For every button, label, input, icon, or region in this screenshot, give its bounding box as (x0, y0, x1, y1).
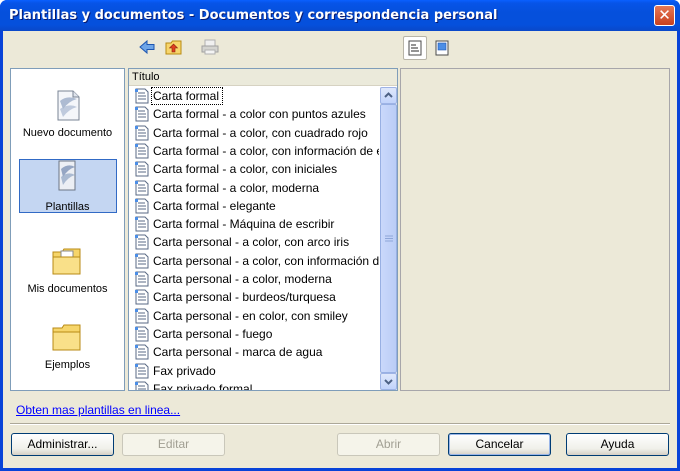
online-templates-link[interactable]: Obten mas plantillas en linea... (16, 403, 180, 417)
grip-icon (385, 235, 393, 242)
title-bar[interactable]: Plantillas y documentos - Documentos y c… (0, 0, 680, 31)
preview-pane (400, 68, 670, 391)
list-item[interactable]: Carta personal - fuego (132, 325, 379, 343)
back-arrow-icon[interactable] (137, 38, 157, 56)
category-panel: Nuevo documento Plantillas Mis documento… (10, 68, 125, 391)
category-label: Nuevo documento (22, 127, 113, 139)
list-body: Carta formal Carta formal - a color con p… (129, 87, 379, 390)
list-item[interactable]: Carta formal - Máquina de escribir (132, 215, 379, 233)
column-header-title[interactable]: Título (129, 69, 397, 86)
template-document-icon (135, 253, 149, 269)
template-document-icon (135, 106, 149, 122)
list-item-label: Carta personal - a color, con informació… (153, 253, 379, 268)
template-list[interactable]: Título Carta formal Carta formal - a colo… (128, 68, 398, 391)
new-document-icon (57, 90, 80, 121)
template-document-icon (135, 198, 149, 214)
chevron-down-icon (384, 379, 393, 385)
list-item-label: Carta formal - a color, con cuadrado roj… (153, 125, 368, 140)
cancel-button[interactable]: Cancelar (448, 433, 551, 456)
list-item-label: Carta formal - a color, con iniciales (153, 162, 338, 177)
template-document-icon (135, 344, 149, 360)
template-document-icon (135, 161, 149, 177)
list-item-label: Carta formal (150, 87, 224, 105)
list-item-label: Carta formal - a color, con información … (153, 143, 379, 158)
list-item-label: Carta personal - en color, con smiley (153, 308, 348, 323)
list-item[interactable]: Carta personal - burdeos/turquesa (132, 288, 379, 306)
template-document-icon (135, 363, 149, 378)
list-item-label: Carta personal - a color, con arco iris (153, 235, 350, 250)
list-item-label: Carta personal - a color, moderna (153, 272, 332, 286)
list-item[interactable]: Carta formal - a color con puntos azules (132, 105, 379, 123)
window-title: Plantillas y documentos - Documentos y c… (9, 8, 498, 23)
help-button[interactable]: Ayuda (566, 433, 669, 456)
list-item[interactable]: Carta formal - elegante (132, 197, 379, 215)
scroll-thumb[interactable] (380, 104, 397, 373)
template-document-icon (135, 125, 149, 141)
scroll-up-button[interactable] (380, 87, 397, 104)
category-templates[interactable]: Plantillas (11, 159, 124, 231)
list-item[interactable]: Fax privado formal (132, 380, 379, 390)
list-item[interactable]: Carta personal - en color, con smiley (132, 307, 379, 325)
scroll-down-button[interactable] (380, 373, 397, 390)
folder-up-icon[interactable] (164, 38, 184, 56)
list-item-label: Carta formal - elegante (153, 198, 276, 213)
list-item[interactable]: Carta formal - a color, con información … (132, 142, 379, 160)
template-document-icon (135, 308, 149, 324)
list-item[interactable]: Carta personal - marca de agua (132, 343, 379, 361)
category-my-documents[interactable]: Mis documentos (11, 237, 124, 309)
category-label: Mis documentos (27, 283, 108, 295)
template-document-icon (135, 143, 149, 159)
open-button[interactable]: Abrir (337, 433, 440, 456)
list-item[interactable]: Carta personal - a color, con informació… (132, 252, 379, 270)
print-icon[interactable] (200, 38, 220, 56)
category-label: Plantillas (45, 201, 90, 213)
preview-icon (435, 40, 449, 56)
list-item[interactable]: Carta formal - a color, moderna (132, 179, 379, 197)
list-item-label: Fax privado (153, 363, 216, 378)
category-new-document[interactable]: Nuevo documento (11, 81, 124, 153)
list-item-label: Carta personal - burdeos/turquesa (153, 290, 336, 305)
document-properties-icon (408, 40, 422, 56)
edit-button[interactable]: Editar (122, 433, 225, 456)
list-item[interactable]: Carta personal - a color, con arco iris (132, 233, 379, 251)
templates-icon (58, 160, 76, 191)
category-label: Ejemplos (44, 359, 91, 371)
list-item[interactable]: Fax privado (132, 362, 379, 380)
list-item[interactable]: Carta formal - a color, con iniciales (132, 160, 379, 178)
chevron-up-icon (384, 92, 393, 98)
list-item-label: Carta formal - a color con puntos azules (153, 107, 366, 122)
template-document-icon (135, 88, 149, 104)
template-document-icon (135, 271, 149, 287)
document-properties-toggle[interactable] (403, 36, 427, 60)
preview-toggle[interactable] (430, 36, 454, 60)
list-item[interactable]: Carta formal - a color, con cuadrado roj… (132, 124, 379, 142)
vertical-scrollbar[interactable] (380, 87, 397, 390)
examples-folder-icon (52, 324, 81, 351)
template-document-icon (135, 180, 149, 195)
template-document-icon (135, 326, 149, 342)
close-button[interactable]: ✕ (654, 5, 675, 26)
list-item-label: Carta personal - marca de agua (153, 345, 323, 360)
list-item-label: Carta formal - Máquina de escribir (153, 217, 335, 232)
template-document-icon (135, 234, 149, 250)
list-item[interactable]: Carta formal (132, 87, 379, 105)
my-documents-icon (52, 248, 81, 275)
manage-button[interactable]: Administrar... (11, 433, 114, 456)
dialog-window: Plantillas y documentos - Documentos y c… (0, 0, 680, 471)
dialog-client-area: Nuevo documento Plantillas Mis documento… (3, 31, 677, 468)
template-document-icon (135, 289, 149, 305)
list-item-label: Fax privado formal (153, 381, 253, 390)
list-item-label: Carta formal - a color, moderna (153, 180, 320, 195)
template-document-icon (135, 216, 149, 232)
list-item[interactable]: Carta personal - a color, moderna (132, 270, 379, 288)
category-examples[interactable]: Ejemplos (11, 313, 124, 385)
separator (10, 423, 670, 425)
list-item-label: Carta personal - fuego (153, 326, 273, 341)
template-document-icon (135, 381, 149, 390)
